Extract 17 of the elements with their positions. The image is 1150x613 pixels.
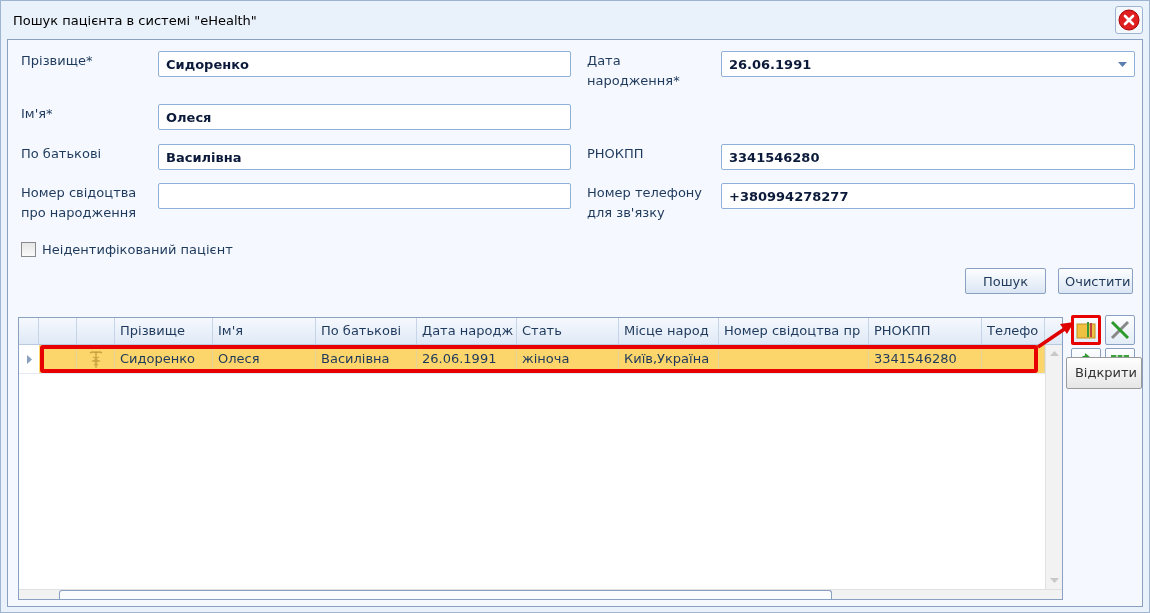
table-cell: 26.06.1991 xyxy=(417,345,517,373)
field-label: По батькові xyxy=(20,145,103,163)
checkbox-label: Неідентифікований пацієнт xyxy=(42,241,233,257)
table-cell: 3341546280 xyxy=(869,345,982,373)
field-label: Прізвище* xyxy=(20,52,94,70)
field-label: Дата народження* xyxy=(586,52,681,90)
field-label: Ім'я* xyxy=(20,105,54,123)
field-label: Номер телефону для зв'язку xyxy=(586,184,704,222)
table-cell: Київ,Україна xyxy=(619,345,719,373)
table-cell: Олеся xyxy=(213,345,316,373)
tooltip: Відкрити xyxy=(1065,357,1142,389)
field-label: РНОКПП xyxy=(586,145,645,163)
table-cell: Сидоренко xyxy=(115,345,213,373)
field-label: Номер свідоцтва про народження xyxy=(20,184,138,222)
window-title: Пошук пацієнта в системі "eHealth" xyxy=(13,12,257,28)
table-cell: Василівна xyxy=(316,345,417,373)
table-cell: жіноча xyxy=(517,345,619,373)
